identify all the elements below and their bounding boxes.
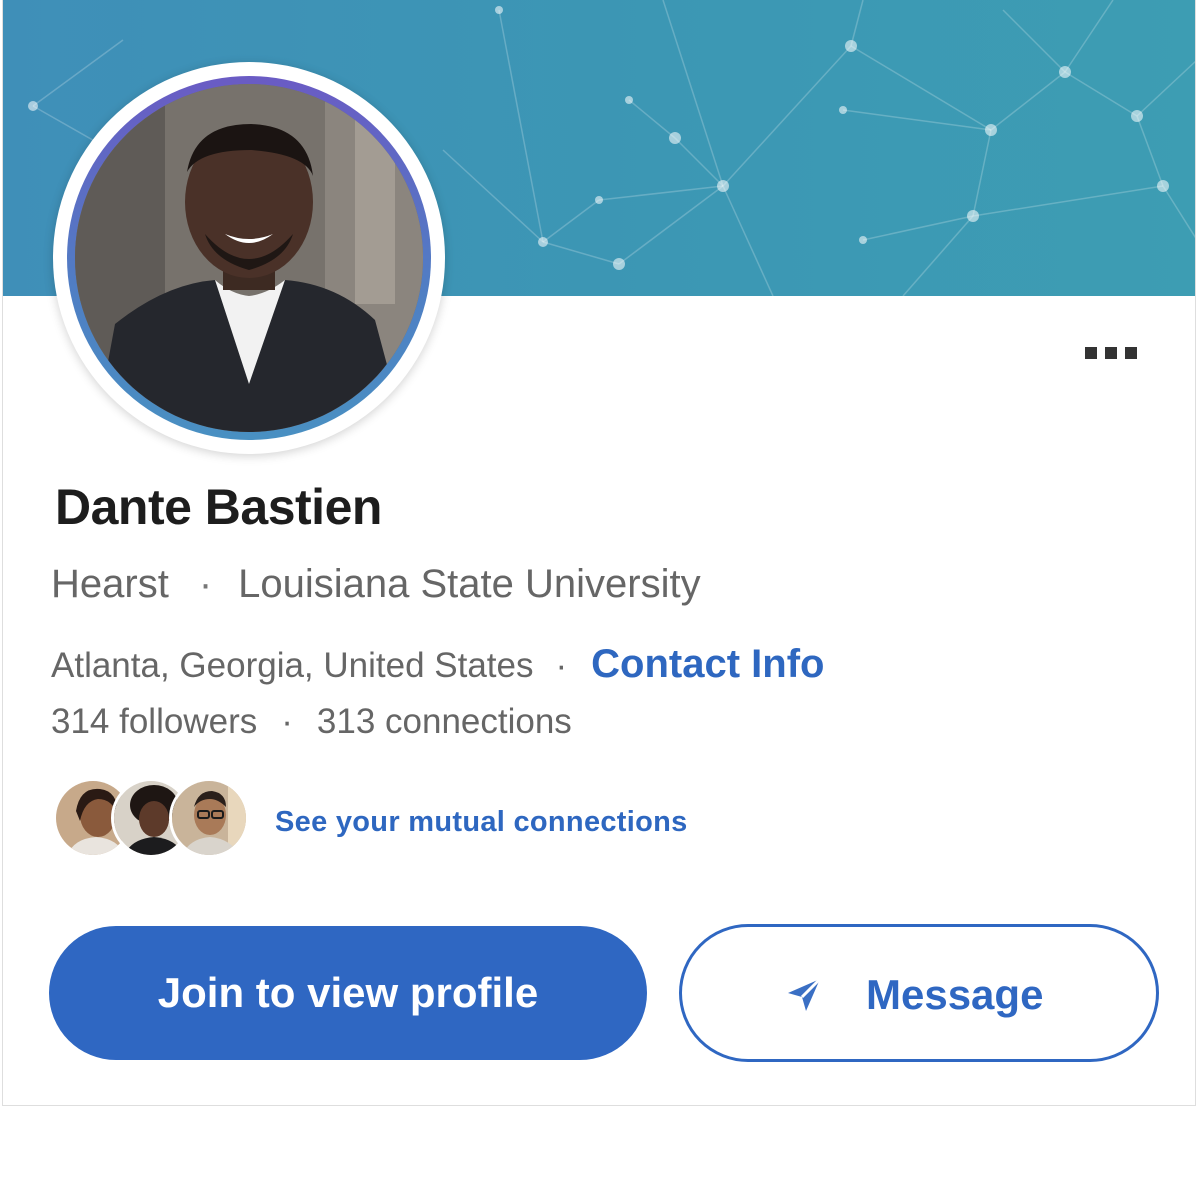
separator: ·	[281, 702, 293, 741]
profile-card: Dante Bastien Hearst · Louisiana State Uni…	[2, 0, 1196, 1106]
company-name: Hearst	[51, 562, 169, 606]
more-icon	[1085, 347, 1097, 359]
separator: ·	[198, 562, 213, 606]
school-name: Louisiana State University	[238, 562, 701, 606]
profile-avatar[interactable]	[53, 62, 445, 454]
mutual-avatar-photo	[172, 781, 246, 855]
mutual-connections-link[interactable]: See your mutual connections	[275, 806, 688, 839]
headline: Hearst · Louisiana State University	[51, 562, 701, 607]
profile-photo	[75, 84, 423, 432]
profile-name: Dante Bastien	[55, 479, 382, 535]
person-photo	[75, 84, 423, 432]
connections-count[interactable]: 313 connections	[317, 702, 572, 741]
separator: ·	[555, 646, 568, 685]
location-text: Atlanta, Georgia, United States	[51, 646, 534, 685]
more-icon-dot	[1125, 347, 1137, 359]
mutual-connections-avatars[interactable]	[53, 778, 253, 864]
location-line: Atlanta, Georgia, United States · Contact …	[51, 642, 824, 687]
counts-line: 314 followers · 313 connections	[51, 702, 572, 742]
contact-info-link[interactable]: Contact Info	[591, 642, 824, 686]
more-icon-dot	[1105, 347, 1117, 359]
join-button-label: Join to view profile	[157, 969, 539, 1016]
mutual-avatar	[169, 778, 249, 858]
message-button[interactable]: Message	[679, 924, 1159, 1062]
join-to-view-profile-button[interactable]: Join to view profile	[49, 926, 647, 1060]
followers-count: 314 followers	[51, 702, 258, 741]
more-options-button[interactable]	[1083, 338, 1143, 368]
message-button-label: Message	[866, 971, 1044, 1018]
send-icon	[788, 977, 822, 1011]
